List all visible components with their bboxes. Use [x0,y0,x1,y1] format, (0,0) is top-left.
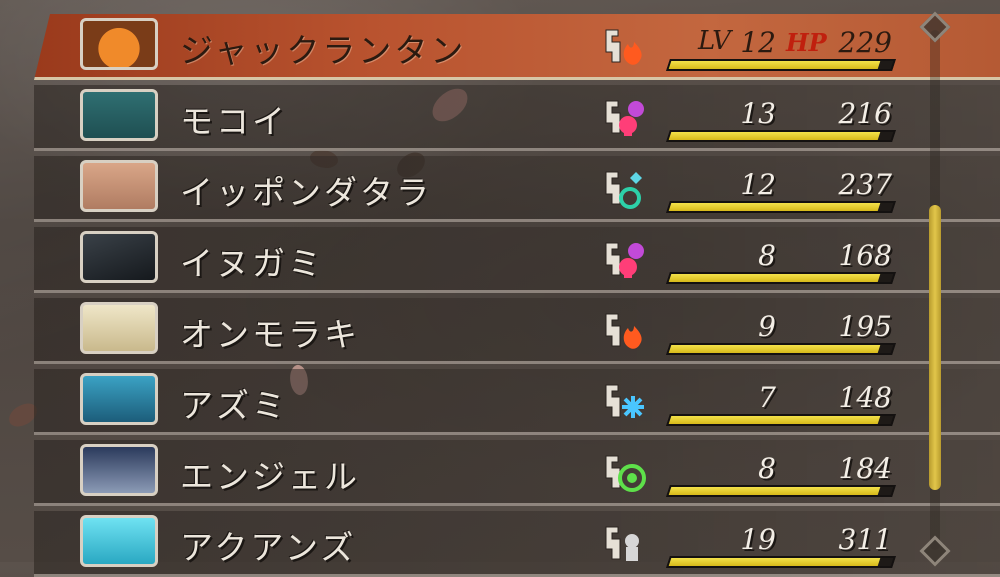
hp-bar [666,343,896,355]
fire-icon [600,308,650,352]
demon-row[interactable]: モコイ 13 216 [34,85,1000,151]
hp-bar-fill [668,345,880,353]
curse-icon [600,237,650,281]
hp-bar [666,59,896,71]
demon-portrait [80,302,158,354]
demon-level: 19 [740,523,776,556]
demon-level: 8 [758,239,776,272]
demon-name: エンジェル [180,457,360,496]
hp-bar-fill [668,416,880,424]
demon-hp: 195 [838,310,892,343]
demon-row[interactable]: アズミ 7 148 [34,369,1000,435]
demon-portrait [80,18,158,70]
demon-level: 9 [758,310,776,343]
hp-bar-fill [668,132,880,140]
water-icon [600,521,650,565]
demon-hp: 184 [838,452,892,485]
demon-portrait [80,160,158,212]
demon-portrait [80,373,158,425]
demon-level: 8 [758,452,776,485]
hp-bar [666,201,896,213]
heal-icon [600,166,650,210]
demon-row[interactable]: イッポンダタラ 12 237 [34,156,1000,222]
fire-icon [600,24,650,68]
demon-level: 12 [740,168,776,201]
force-icon [600,450,650,494]
curse-icon [600,95,650,139]
demon-name: イッポンダタラ [180,173,432,212]
hp-bar-fill [668,274,880,282]
demon-list: ジャックランタン LV HP 12 229 モコイ 13 216 イッポンダタラ 12 237 イヌガ… [0,0,1000,577]
demon-level: 7 [758,381,776,414]
ice-icon [600,379,650,423]
demon-name: ジャックランタン [180,31,467,70]
demon-hp: 216 [838,97,892,130]
demon-hp: 229 [838,26,892,59]
hp-bar-fill [668,487,880,495]
demon-level: 12 [740,26,776,59]
demon-hp: 148 [838,381,892,414]
demon-level: 13 [740,97,776,130]
hp-bar [666,130,896,142]
hp-bar-fill [668,203,880,211]
hp-bar [666,272,896,284]
demon-row[interactable]: エンジェル 8 184 [34,440,1000,506]
demon-row[interactable]: オンモラキ 9 195 [34,298,1000,364]
demon-row[interactable]: ジャックランタン LV HP 12 229 [34,14,1000,80]
demon-name: オンモラキ [180,315,360,354]
demon-portrait [80,89,158,141]
demon-hp: 311 [838,523,892,556]
hp-bar [666,414,896,426]
demon-hp: 168 [838,239,892,272]
demon-row[interactable]: イヌガミ 8 168 [34,227,1000,293]
demon-portrait [80,231,158,283]
scrollbar-thumb[interactable] [929,205,941,490]
demon-portrait [80,444,158,496]
demon-name: モコイ [180,102,288,141]
hp-bar [666,485,896,497]
hp-bar-fill [668,558,880,566]
hp-bar-fill [668,61,880,69]
demon-portrait [80,515,158,567]
demon-name: イヌガミ [180,244,324,283]
demon-name: アズミ [180,386,288,425]
demon-row[interactable]: アクアンズ 19 311 [34,511,1000,577]
demon-hp: 237 [838,168,892,201]
hp-bar [666,556,896,568]
